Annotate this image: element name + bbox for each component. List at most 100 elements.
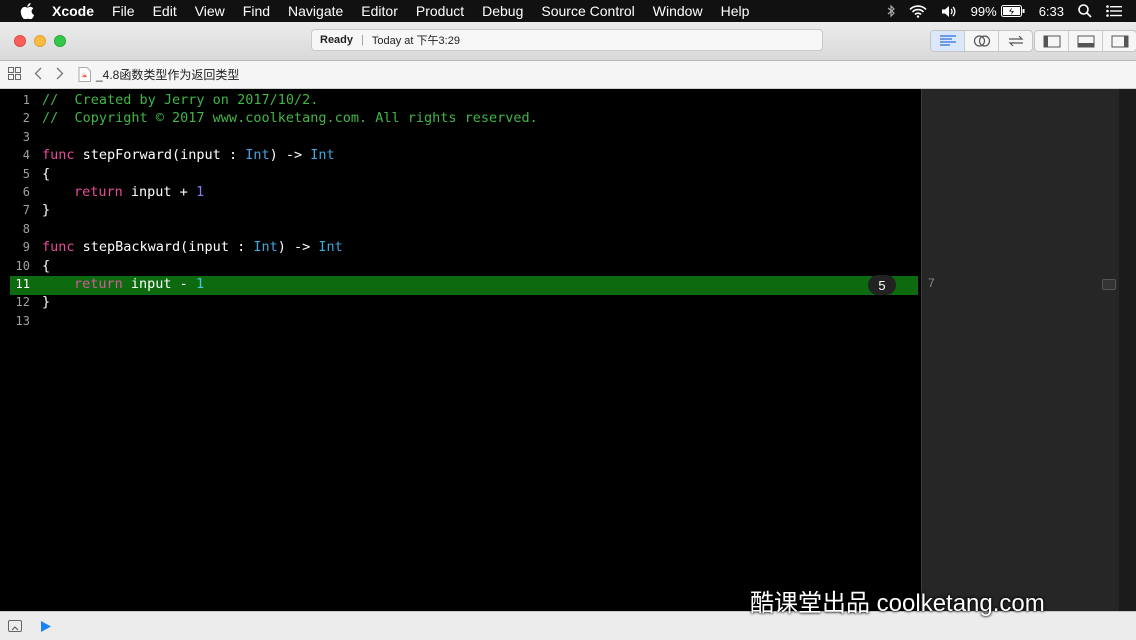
keyword-token: return xyxy=(74,276,123,292)
menu-window[interactable]: Window xyxy=(653,3,703,19)
activity-viewer: Ready | Today at 下午3:29 xyxy=(311,29,823,51)
keyword-token: func xyxy=(42,147,75,163)
line-number: 4 xyxy=(22,148,30,162)
panel-visibility-control xyxy=(1034,30,1136,52)
menu-help[interactable]: Help xyxy=(721,3,750,19)
line-number: 3 xyxy=(22,130,30,144)
line-number: 1 xyxy=(22,93,30,107)
menu-source-control[interactable]: Source Control xyxy=(541,3,634,19)
code-line-return-plus: return input + 1 xyxy=(74,183,204,201)
status-separator: | xyxy=(361,34,364,46)
code-line-brace: } xyxy=(42,202,51,218)
spotlight-search-icon[interactable] xyxy=(1078,4,1092,18)
toggle-debug-area-button[interactable] xyxy=(1069,31,1103,51)
battery-status[interactable]: 99% xyxy=(971,4,1025,19)
code-token: ) -> xyxy=(277,239,319,255)
code-token: input + xyxy=(122,184,196,200)
keyword-token: func xyxy=(42,239,75,255)
code-line-brace: { xyxy=(42,258,51,274)
type-token: Int xyxy=(318,239,343,255)
line-number: 7 xyxy=(22,203,30,217)
forward-chevron-icon[interactable] xyxy=(56,67,64,83)
type-token: Int xyxy=(245,147,270,163)
menu-bar: Xcode File Edit View Find Navigate Edito… xyxy=(0,0,1136,22)
assistant-editor-icon xyxy=(973,35,990,47)
volume-icon[interactable] xyxy=(941,5,957,18)
menu-product[interactable]: Product xyxy=(416,3,464,19)
results-sidebar: 7 xyxy=(921,89,1119,611)
code-line-brace: } xyxy=(42,294,51,310)
standard-editor-icon xyxy=(939,35,956,46)
line-number: 8 xyxy=(22,222,30,236)
version-editor-button[interactable] xyxy=(999,31,1032,51)
line-number: 13 xyxy=(15,314,30,328)
notification-center-icon[interactable] xyxy=(1106,5,1122,17)
code-line-comment: // Copyright © 2017 www.coolketang.com. … xyxy=(42,110,538,126)
status-menus: 99% 6:33 xyxy=(887,0,1122,22)
bottom-panel-icon xyxy=(1077,35,1094,47)
menu-edit[interactable]: Edit xyxy=(153,3,177,19)
menu-find[interactable]: Find xyxy=(243,3,270,19)
code-line-brace: { xyxy=(42,166,51,182)
battery-percent: 99% xyxy=(970,3,997,19)
right-panel-icon xyxy=(1111,35,1128,47)
line-number: 2 xyxy=(22,111,30,125)
menu-editor[interactable]: Editor xyxy=(361,3,398,19)
menu-file[interactable]: File xyxy=(112,3,135,19)
number-token: 1 xyxy=(195,276,205,292)
type-token: Int xyxy=(253,239,278,255)
run-playground-icon[interactable] xyxy=(40,620,52,638)
clock[interactable]: 6:33 xyxy=(1039,4,1064,19)
version-editor-icon xyxy=(1008,35,1023,47)
code-token: ) -> xyxy=(269,147,311,163)
code-token: stepForward(input : xyxy=(74,147,246,163)
keyword-token: return xyxy=(74,184,123,200)
code-line-func-stepbackward: func stepBackward(input : Int) -> Int xyxy=(42,238,343,256)
current-line-number: 11 xyxy=(15,277,30,291)
bluetooth-icon[interactable] xyxy=(887,4,895,18)
related-items-grid-icon[interactable] xyxy=(8,67,21,83)
watermark-text: 酷课堂出品 coolketang.com xyxy=(750,590,1045,617)
window-toolbar: Ready | Today at 下午3:29 xyxy=(0,22,1136,61)
close-window-button[interactable] xyxy=(14,35,26,47)
assistant-editor-button[interactable] xyxy=(965,31,999,51)
number-token: 1 xyxy=(195,184,205,200)
zoom-window-button[interactable] xyxy=(54,35,66,47)
editor-mode-control xyxy=(930,30,1033,52)
code-line-return-minus: return input - 1 xyxy=(74,275,204,293)
source-editor[interactable]: 1 2 3 4 5 6 7 8 9 10 11 12 13 // Created… xyxy=(0,89,921,611)
quick-look-icon[interactable] xyxy=(1102,279,1116,290)
build-timestamp: Today at 下午3:29 xyxy=(371,35,460,47)
wifi-icon[interactable] xyxy=(909,4,927,18)
menu-app-name[interactable]: Xcode xyxy=(52,3,94,19)
type-token: Int xyxy=(310,147,335,163)
menu-view[interactable]: View xyxy=(195,3,225,19)
standard-editor-button[interactable] xyxy=(931,31,965,51)
code-line-comment: // Created by Jerry on 2017/10/2. xyxy=(42,92,319,108)
left-panel-icon xyxy=(1043,35,1060,47)
jump-bar: _4.8函数类型作为返回类型 xyxy=(0,61,1136,89)
result-value: 7 xyxy=(928,276,935,290)
line-number: 12 xyxy=(15,295,30,309)
line-number: 6 xyxy=(22,185,30,199)
toggle-debug-area-icon[interactable] xyxy=(8,620,22,632)
back-chevron-icon[interactable] xyxy=(34,67,42,83)
inline-result-badge[interactable]: 5 xyxy=(868,275,896,295)
toggle-utilities-button[interactable] xyxy=(1103,31,1136,51)
scrollbar-track[interactable] xyxy=(1119,89,1136,611)
code-token: input - xyxy=(122,276,196,292)
battery-icon xyxy=(1000,5,1025,17)
line-number: 10 xyxy=(15,259,30,273)
toggle-navigator-button[interactable] xyxy=(1035,31,1069,51)
apple-menu-icon[interactable] xyxy=(20,0,38,22)
breadcrumb[interactable]: _4.8函数类型作为返回类型 xyxy=(78,66,239,83)
menu-debug[interactable]: Debug xyxy=(482,3,523,19)
line-number: 5 xyxy=(22,167,30,181)
code-line-func-stepforward: func stepForward(input : Int) -> Int xyxy=(42,146,335,164)
minimize-window-button[interactable] xyxy=(34,35,46,47)
line-number: 9 xyxy=(22,240,30,254)
code-token: stepBackward(input : xyxy=(74,239,254,255)
swift-file-icon xyxy=(78,67,91,82)
menu-navigate[interactable]: Navigate xyxy=(288,3,343,19)
build-status: Ready xyxy=(320,34,354,46)
